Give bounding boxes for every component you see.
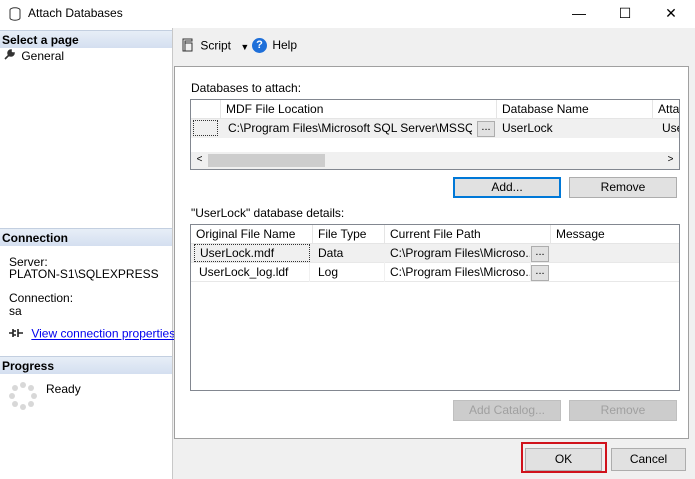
file-type-cell[interactable]: Log <box>313 263 385 282</box>
progress-status: Ready <box>46 382 81 396</box>
help-label: Help <box>272 38 298 52</box>
row-selector[interactable] <box>191 119 221 138</box>
scroll-right-icon[interactable]: > <box>662 152 679 168</box>
browse-path-button[interactable]: ... <box>531 246 549 262</box>
column-header[interactable]: File Type <box>313 225 385 244</box>
connection-plug-icon <box>8 326 28 343</box>
original-file-cell[interactable]: UserLock.mdf <box>194 244 310 262</box>
close-button[interactable]: ✕ <box>648 0 694 28</box>
database-icon <box>9 7 21 24</box>
table-row[interactable]: UserLock.mdf Data C:\Program Files\Micro… <box>191 244 679 263</box>
scroll-thumb[interactable] <box>208 154 325 167</box>
message-cell <box>551 244 679 263</box>
table-row[interactable]: C:\Program Files\Microsoft SQL Server\MS… <box>191 119 679 138</box>
database-name-cell[interactable]: UserLock <box>497 119 653 138</box>
progress-spinner-icon <box>8 381 38 414</box>
page-item-general[interactable]: General <box>4 48 64 63</box>
cancel-button[interactable]: Cancel <box>611 448 686 471</box>
attach-as-cell[interactable]: Use <box>657 119 679 138</box>
column-header[interactable]: MDF File Location <box>221 100 497 119</box>
databases-to-attach-label: Databases to attach: <box>191 81 302 95</box>
view-connection-properties[interactable]: View connection properties <box>8 326 175 343</box>
connection-header: Connection <box>0 228 172 246</box>
add-catalog-button[interactable]: Add Catalog... <box>453 400 561 421</box>
column-header[interactable]: Database Name <box>497 100 653 119</box>
help-button[interactable]: ? Help <box>252 38 298 54</box>
minimize-button[interactable]: — <box>556 0 602 28</box>
column-header[interactable]: Original File Name <box>191 225 313 244</box>
remove-button[interactable]: Remove <box>569 177 677 198</box>
chevron-down-icon[interactable]: ▼ <box>240 42 249 52</box>
window-title: Attach Databases <box>28 6 123 20</box>
progress-header: Progress <box>0 356 172 374</box>
database-details-label: "UserLock" database details: <box>191 206 345 220</box>
horizontal-scrollbar[interactable]: < > <box>191 152 679 169</box>
add-button[interactable]: Add... <box>453 177 561 198</box>
original-file-cell[interactable]: UserLock_log.ldf <box>194 263 310 282</box>
message-cell <box>551 263 679 282</box>
attach-grid[interactable]: MDF File Location Database Name Atta C:\… <box>190 99 680 170</box>
script-icon <box>181 38 197 55</box>
file-type-cell[interactable]: Data <box>313 244 385 263</box>
title-bar: Attach Databases — ☐ ✕ <box>0 0 695 28</box>
connection-label: Connection: <box>9 291 74 305</box>
connection-value: sa <box>9 304 22 318</box>
script-label: Script <box>200 38 232 53</box>
browse-path-button[interactable]: ... <box>531 265 549 281</box>
column-header[interactable]: Current File Path <box>385 225 551 244</box>
view-connection-properties-link[interactable]: View connection properties <box>31 327 175 341</box>
column-header[interactable]: Atta <box>653 100 679 119</box>
file-path-cell[interactable]: C:\Program Files\Microso... <box>385 244 531 263</box>
table-row[interactable]: UserLock_log.ldf Log C:\Program Files\Mi… <box>191 263 679 282</box>
page-item-label: General <box>21 49 65 63</box>
script-button[interactable]: Script ▼ <box>181 38 249 55</box>
mdf-location-cell[interactable]: C:\Program Files\Microsoft SQL Server\MS… <box>223 119 473 138</box>
column-header[interactable]: Message <box>551 225 679 244</box>
scroll-left-icon[interactable]: < <box>191 152 208 168</box>
row-header-column <box>191 100 221 119</box>
server-value: PLATON-S1\SQLEXPRESS <box>9 267 159 281</box>
help-icon: ? <box>252 38 267 54</box>
maximize-button[interactable]: ☐ <box>602 0 648 28</box>
details-grid[interactable]: Original File Name File Type Current Fil… <box>190 224 680 391</box>
select-page-header: Select a page <box>0 30 172 48</box>
remove-file-button[interactable]: Remove <box>569 400 677 421</box>
file-path-cell[interactable]: C:\Program Files\Microso... <box>385 263 531 282</box>
wrench-icon <box>4 48 18 63</box>
ok-button[interactable]: OK <box>525 448 602 471</box>
browse-mdf-button[interactable]: ... <box>477 121 495 137</box>
